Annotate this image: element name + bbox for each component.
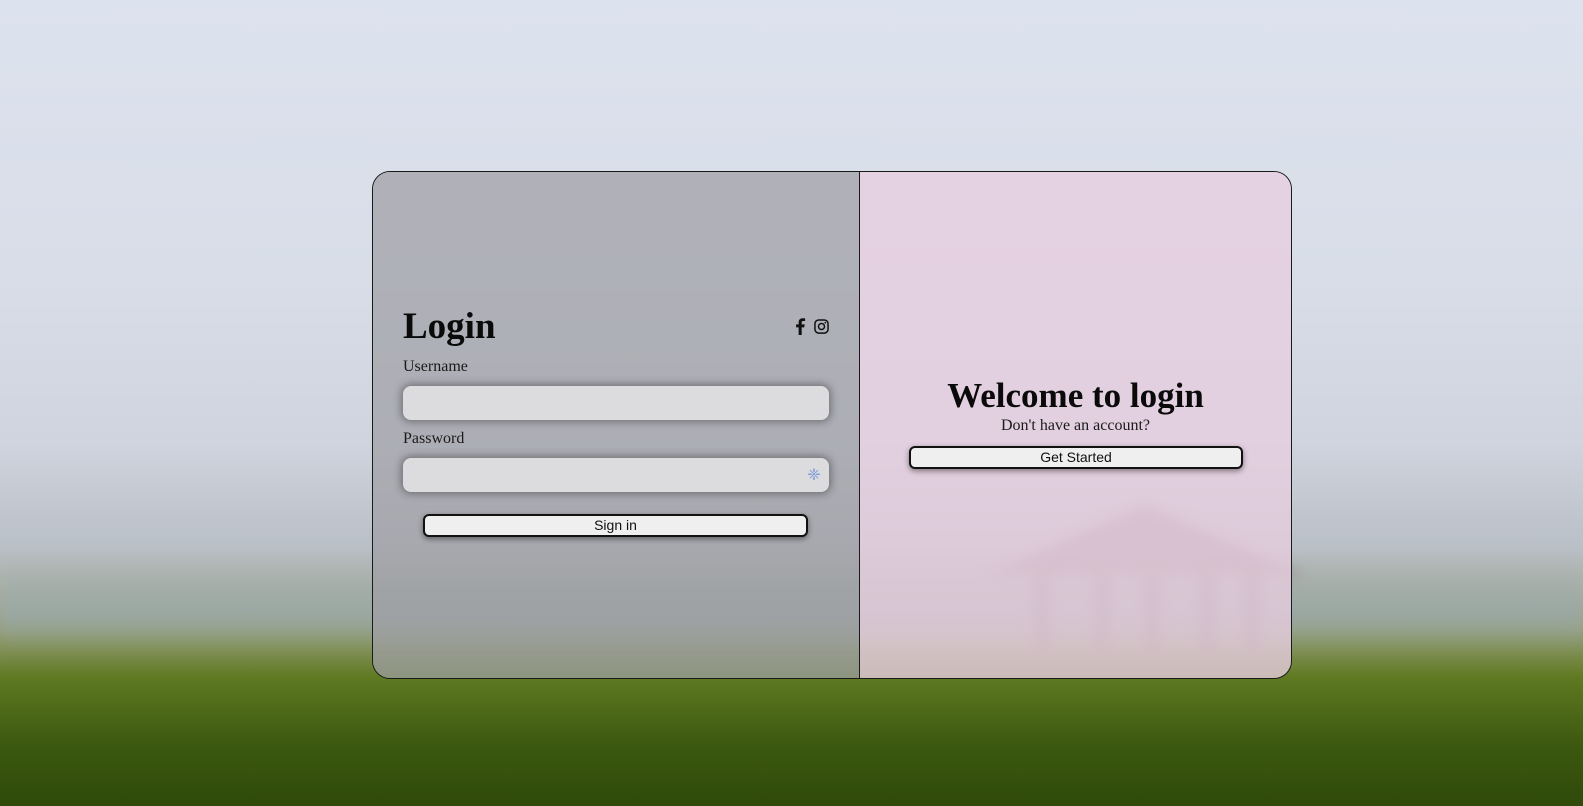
login-card: Login Username Password ❈ Sign in Welcom…	[372, 171, 1292, 679]
password-input[interactable]	[403, 458, 829, 492]
username-label: Username	[403, 358, 468, 375]
password-label: Password	[403, 430, 465, 447]
password-manager-icon[interactable]: ❈	[805, 466, 823, 484]
get-started-button[interactable]: Get Started	[909, 446, 1243, 469]
welcome-panel: Welcome to login Don't have an account? …	[860, 172, 1291, 678]
signup-prompt: Don't have an account?	[1000, 417, 1151, 434]
welcome-title: Welcome to login	[947, 376, 1204, 415]
login-title: Login	[403, 306, 496, 347]
sign-in-button[interactable]: Sign in	[423, 514, 808, 537]
social-links	[794, 318, 829, 335]
login-panel: Login Username Password ❈ Sign in	[373, 172, 860, 678]
instagram-icon[interactable]	[814, 319, 829, 334]
facebook-icon[interactable]	[794, 318, 806, 335]
username-input[interactable]	[403, 386, 829, 420]
